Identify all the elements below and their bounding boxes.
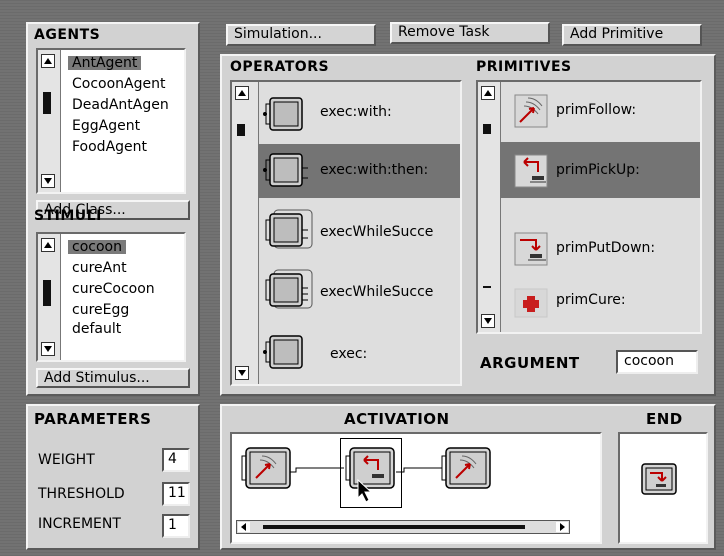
threshold-label: THRESHOLD [38,486,125,502]
activation-heading: ACTIVATION [344,410,450,428]
scroll-down-arrow-icon[interactable] [235,366,249,380]
activation-follow-block[interactable] [240,444,298,492]
scroll-up-arrow-icon[interactable] [235,86,249,100]
operator-item[interactable]: exec: [258,324,458,378]
operator-label: exec:with: [320,104,392,120]
scroll-thumb[interactable] [483,124,491,134]
scroll-thumb[interactable] [237,124,245,136]
primitive-label: primPutDown: [556,240,656,256]
stimulus-list-item[interactable]: cureAnt [72,261,127,275]
scroll-left-arrow-icon[interactable] [238,522,250,532]
agent-list-item[interactable]: FoodAgent [72,140,147,154]
scroll-down-arrow-icon[interactable] [41,174,55,188]
scroll-up-arrow-icon[interactable] [41,238,55,252]
threshold-field[interactable]: 11 [162,482,190,506]
end-canvas[interactable] [618,432,708,544]
activation-follow-block[interactable] [440,444,498,492]
agents-list[interactable]: AntAgent CocoonAgent DeadAntAgen EggAgen… [36,48,186,194]
activation-end-panel: ACTIVATION END [220,404,716,550]
agents-stimuli-panel: AGENTS AntAgent CocoonAgent DeadAntAgen … [26,22,200,396]
operator-label: execWhileSucce [320,224,434,240]
increment-field[interactable]: 1 [162,514,190,538]
primitive-item[interactable]: primPutDown: [500,232,700,272]
agent-list-item[interactable]: AntAgent [68,56,142,70]
scroll-thumb-lower[interactable] [483,286,491,288]
mouse-pointer-icon [357,478,373,503]
scroll-right-arrow-icon[interactable] [556,522,568,532]
stimulus-list-item[interactable]: cureEgg [72,303,129,317]
scroll-up-arrow-icon[interactable] [481,86,495,100]
primitive-label: primCure: [556,292,626,308]
operator-label: execWhileSucce [320,284,434,300]
operator-item[interactable]: execWhileSucce [258,264,458,318]
follow-icon [514,94,548,128]
operators-heading: OPERATORS [230,59,330,75]
primitives-heading: PRIMITIVES [476,59,572,75]
argument-field[interactable]: cocoon [616,350,698,374]
agents-heading: AGENTS [34,27,101,43]
agent-list-item[interactable]: EggAgent [72,119,140,133]
putdown-icon [514,232,548,266]
agent-list-item[interactable]: CocoonAgent [72,77,165,91]
operators-scrollbar[interactable] [232,82,259,384]
operators-primitives-panel: OPERATORS PRIMITIVES exec:with: exec:wit… [220,54,716,396]
scroll-up-arrow-icon[interactable] [41,54,55,68]
increment-label: INCREMENT [38,516,121,532]
operator-block-icon [263,153,308,187]
pickup-icon [514,154,548,188]
operators-list[interactable]: exec:with: exec:with:then: execWhileSucc… [230,80,462,386]
agent-list-item[interactable]: DeadAntAgen [72,98,169,112]
operator-item[interactable]: exec:with:then: [258,144,458,198]
stimuli-list[interactable]: cocoon cureAnt cureCocoon cureEgg defaul… [36,232,186,362]
operator-block-icon [263,335,303,369]
activation-canvas[interactable] [230,432,602,544]
primitive-label: primPickUp: [556,162,640,178]
end-heading: END [646,410,683,428]
operator-block-icon [265,269,313,309]
scroll-thumb[interactable] [263,525,525,529]
cure-icon [514,288,548,318]
remove-task-button[interactable]: Remove Task [390,22,550,44]
operator-label: exec: [330,346,368,362]
stimuli-heading: STIMULI [34,208,102,224]
operator-item[interactable]: execWhileSucce [258,204,458,258]
primitive-item[interactable]: primCure: [500,288,700,324]
activation-horizontal-scrollbar[interactable] [236,520,570,534]
end-putdown-block[interactable] [640,462,680,498]
scroll-thumb[interactable] [43,92,51,114]
stimulus-list-item[interactable]: cocoon [68,240,126,254]
primitives-list[interactable]: primFollow: primPickUp: primPutDown: pri… [476,80,702,334]
weight-field[interactable]: 4 [162,448,190,472]
scroll-down-arrow-icon[interactable] [41,342,55,356]
scroll-thumb[interactable] [43,280,51,306]
primitive-label: primFollow: [556,102,637,118]
agents-scrollbar[interactable] [38,50,61,192]
add-primitive-button[interactable]: Add Primitive [562,24,702,46]
add-stimulus-button[interactable]: Add Stimulus... [36,368,190,388]
simulation-button[interactable]: Simulation... [226,24,376,46]
stimulus-list-item[interactable]: default [72,322,121,336]
operator-block-icon [265,209,313,249]
parameters-panel: PARAMETERS WEIGHT 4 THRESHOLD 11 INCREME… [26,404,200,550]
stimuli-scrollbar[interactable] [38,234,61,360]
weight-label: WEIGHT [38,452,95,468]
primitives-scrollbar[interactable] [478,82,501,332]
argument-label: ARGUMENT [480,354,580,372]
scroll-down-arrow-icon[interactable] [481,314,495,328]
operator-block-icon [263,97,303,131]
primitive-item[interactable]: primFollow: [500,90,700,136]
operator-item[interactable]: exec:with: [258,88,458,138]
operator-label: exec:with:then: [320,162,429,178]
stimulus-list-item[interactable]: cureCocoon [72,282,155,296]
primitive-item[interactable]: primPickUp: [500,146,700,196]
parameters-heading: PARAMETERS [34,410,152,428]
